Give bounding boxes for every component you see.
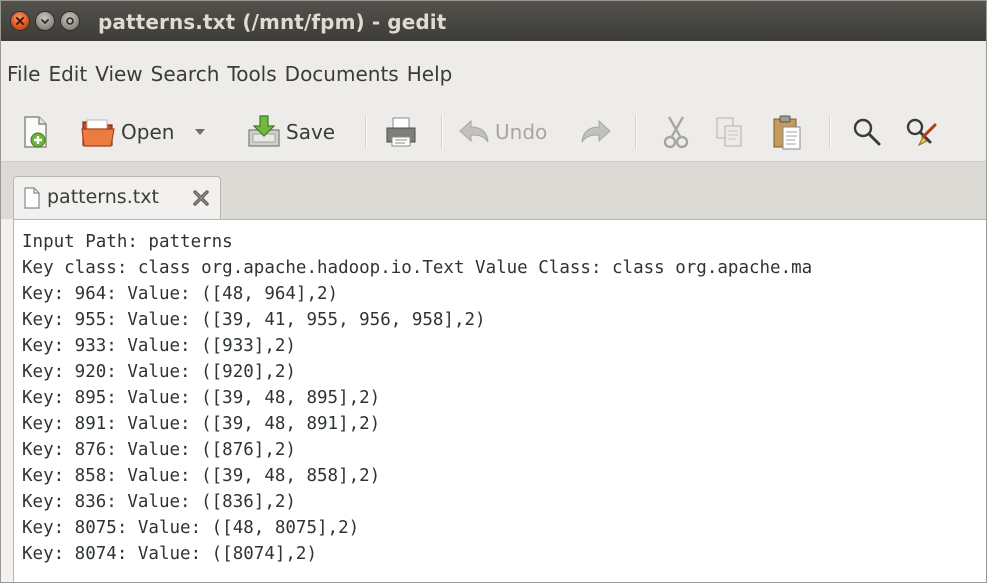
toolbar-separator [441,115,443,149]
menu-search[interactable]: Search [147,41,224,92]
editor-line: Input Path: patterns [22,232,233,252]
find-replace-button[interactable] [903,111,939,153]
tab-strip: patterns.txt [1,161,986,220]
text-editor[interactable]: Input Path: patterns Key class: class or… [13,219,986,582]
open-button[interactable]: Open [79,111,174,153]
print-button[interactable] [383,111,419,153]
toolbar-separator [829,115,831,149]
editor-line: Key: 933: Value: ([933],2) [22,336,296,356]
editor-line: Key: 8075: Value: ([48, 8075],2) [22,518,360,538]
find-button[interactable] [851,111,883,153]
editor-line: Key: 836: Value: ([836],2) [22,492,296,512]
tab-label: patterns.txt [47,186,159,208]
open-label: Open [121,120,175,144]
window-title: patterns.txt (/mnt/fpm) - gedit [98,10,447,34]
close-tab-icon[interactable] [192,189,210,207]
editor-line: Key: 895: Value: ([39, 48, 895],2) [22,388,381,408]
editor-line: Key: 858: Value: ([39, 48, 858],2) [22,466,381,486]
minimize-window-button[interactable] [36,12,54,30]
toolbar-separator [365,115,367,149]
toolbar-separator [635,115,637,149]
close-window-button[interactable] [11,12,29,30]
minimize-icon [41,19,49,25]
editor-line: Key: 920: Value: ([920],2) [22,362,296,382]
editor-line: Key: 8074: Value: ([8074],2) [22,544,318,564]
menu-bar: File Edit View Search Tools Documents He… [1,41,986,103]
toolbar: Open Save Undo [1,103,986,161]
editor-line: Key: 891: Value: ([39, 48, 891],2) [22,414,381,434]
editor-line: Key: 876: Value: ([876],2) [22,440,296,460]
new-document-icon [24,116,47,148]
new-document-button[interactable] [21,111,51,153]
menu-tools[interactable]: Tools [223,41,280,92]
copy-icon [716,117,742,147]
copy-button[interactable] [714,111,744,153]
save-label: Save [286,120,336,144]
maximize-window-button[interactable] [61,12,79,30]
menu-view[interactable]: View [91,41,146,92]
undo-icon [459,119,489,143]
menu-edit[interactable]: Edit [44,41,91,92]
editor-line: Key: 964: Value: ([48, 964],2) [22,284,339,304]
menu-file[interactable]: File [3,41,44,92]
open-dropdown-button[interactable] [194,111,206,153]
editor-line: Key class: class org.apache.hadoop.io.Te… [22,258,813,278]
undo-label: Undo [495,120,548,144]
save-icon [248,115,280,147]
paste-button[interactable] [771,111,803,153]
cut-icon [663,116,689,149]
cut-button[interactable] [661,111,691,153]
find-replace-icon [906,118,937,147]
tab-patterns-txt[interactable]: patterns.txt [13,176,221,220]
gedit-window: patterns.txt (/mnt/fpm) - gedit File Edi… [0,0,987,583]
title-bar[interactable]: patterns.txt (/mnt/fpm) - gedit [1,1,986,41]
redo-button[interactable] [579,111,613,153]
save-button[interactable]: Save [246,111,335,153]
open-folder-icon [81,119,115,147]
paste-icon [773,115,801,150]
close-icon [16,17,24,25]
menu-help[interactable]: Help [403,41,457,92]
menu-documents[interactable]: Documents [281,41,403,92]
find-icon [853,118,881,146]
dropdown-arrow-icon [195,129,205,135]
print-icon [386,117,416,147]
undo-button[interactable]: Undo [457,111,547,153]
redo-icon [581,119,611,143]
maximize-icon [66,17,74,25]
editor-line: Key: 955: Value: ([39, 41, 955, 956, 958… [22,310,486,330]
document-icon [24,187,40,209]
